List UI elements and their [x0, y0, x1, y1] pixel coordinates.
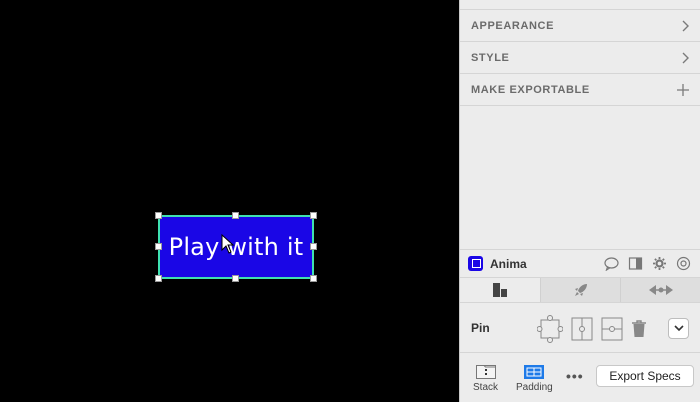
layout-icon — [492, 283, 507, 297]
pin-dropdown-button[interactable] — [668, 318, 689, 339]
anima-title: Anima — [490, 256, 527, 271]
resize-handle-ml[interactable] — [155, 243, 162, 250]
section-style[interactable]: STYLE — [460, 42, 700, 74]
chevron-right-icon — [682, 52, 689, 63]
selected-layer[interactable]: Play with it — [155, 212, 317, 282]
mouse-cursor-icon — [221, 234, 235, 254]
design-canvas[interactable]: Play with it — [0, 0, 459, 402]
anima-header: Anima — [460, 249, 700, 277]
panel-toggle-icon[interactable] — [628, 256, 643, 271]
resize-handle-tr[interactable] — [310, 212, 317, 219]
chevron-right-icon — [682, 20, 689, 31]
pin-horizontal-icon[interactable] — [601, 317, 623, 341]
resize-handle-tl[interactable] — [155, 212, 162, 219]
pin-row: Pin — [460, 303, 700, 353]
pin-vertical-icon[interactable] — [571, 317, 593, 341]
play-button-label: Play with it — [168, 233, 304, 261]
stack-label: Stack — [473, 382, 499, 393]
resize-handle-br[interactable] — [310, 275, 317, 282]
plus-icon[interactable] — [677, 83, 689, 96]
anima-bottom-bar: Stack Padding ••• Export Specs — [460, 353, 700, 402]
gear-icon[interactable] — [652, 256, 667, 271]
section-label: APPEARANCE — [471, 19, 555, 32]
section-label: MAKE EXPORTABLE — [471, 83, 590, 96]
play-button[interactable]: Play with it — [158, 215, 314, 279]
section-make-exportable[interactable]: MAKE EXPORTABLE — [460, 74, 700, 106]
pin-label: Pin — [471, 320, 490, 335]
anima-tabs — [460, 277, 700, 303]
inspector-panel: APPEARANCE STYLE MAKE EXPORTABLE Anima P… — [459, 0, 700, 402]
padding-icon — [524, 365, 545, 379]
panel-top-divider — [460, 0, 700, 10]
more-options-icon[interactable]: ••• — [566, 368, 584, 384]
resize-handle-tm[interactable] — [232, 212, 239, 219]
rocket-icon — [574, 284, 587, 296]
stack-button[interactable]: Stack — [473, 365, 498, 393]
padding-button[interactable]: Padding — [516, 365, 553, 393]
pin-all-icon[interactable] — [537, 315, 563, 343]
padding-label: Padding — [516, 382, 553, 393]
section-appearance[interactable]: APPEARANCE — [460, 10, 700, 42]
tab-launch[interactable] — [539, 278, 621, 302]
section-label: STYLE — [471, 51, 510, 64]
resize-handle-bm[interactable] — [232, 275, 239, 282]
comment-icon[interactable] — [604, 256, 619, 271]
export-specs-label: Export Specs — [609, 369, 681, 383]
tab-layout[interactable] — [460, 278, 540, 302]
resize-handle-bl[interactable] — [155, 275, 162, 282]
chevron-down-icon — [673, 325, 684, 332]
stack-icon — [475, 365, 496, 379]
tab-links[interactable] — [620, 278, 700, 302]
help-icon[interactable] — [676, 256, 691, 271]
anima-logo-icon — [468, 256, 483, 271]
link-icon — [649, 285, 674, 295]
trash-icon[interactable] — [631, 320, 647, 338]
resize-handle-mr[interactable] — [310, 243, 317, 250]
export-specs-button[interactable]: Export Specs — [596, 365, 694, 387]
